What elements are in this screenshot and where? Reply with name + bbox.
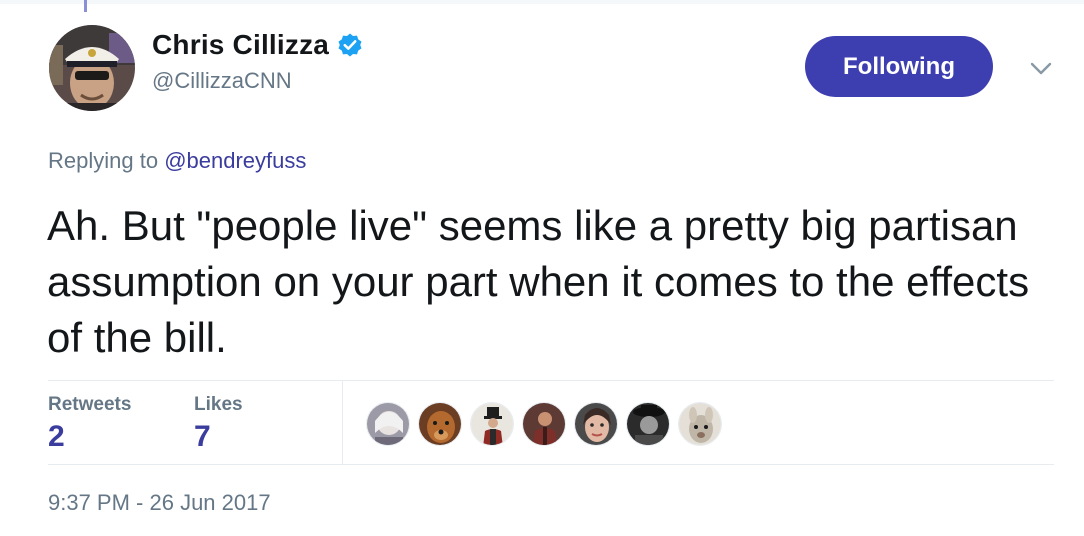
liker-avatar-7[interactable] xyxy=(678,402,722,446)
liker-avatar-6[interactable] xyxy=(626,402,670,446)
liker-avatar-icon xyxy=(679,403,721,445)
retweets-stat[interactable]: Retweets 2 xyxy=(48,394,131,454)
more-options-chevron-down-icon[interactable] xyxy=(1028,58,1054,78)
liker-avatar-icon xyxy=(575,403,617,445)
liker-avatar-4[interactable] xyxy=(522,402,566,446)
author-block[interactable]: Chris Cillizza @CillizzaCNN xyxy=(152,28,363,94)
verified-badge-icon xyxy=(337,32,363,58)
liker-avatar-icon xyxy=(367,403,409,445)
author-handle[interactable]: @CillizzaCNN xyxy=(152,68,363,94)
author-avatar-icon xyxy=(49,25,135,111)
stats-vertical-divider xyxy=(342,381,343,464)
replying-to-line: Replying to @bendreyfuss xyxy=(48,148,306,174)
reply-handle-link[interactable]: @bendreyfuss xyxy=(164,148,306,173)
liker-avatar-1[interactable] xyxy=(366,402,410,446)
thread-connector-line xyxy=(84,0,87,12)
author-avatar[interactable] xyxy=(49,25,135,111)
liker-avatars xyxy=(366,402,730,446)
liker-avatar-icon xyxy=(471,403,513,445)
tweet-timestamp[interactable]: 9:37 PM - 26 Jun 2017 xyxy=(48,490,271,516)
likes-label: Likes xyxy=(194,394,243,415)
liker-avatar-3[interactable] xyxy=(470,402,514,446)
liker-avatar-icon xyxy=(523,403,565,445)
retweets-count: 2 xyxy=(48,420,65,453)
tweet-text: Ah. But "people live" seems like a prett… xyxy=(47,202,1030,361)
stats-top-divider xyxy=(48,380,1054,381)
replying-to-label: Replying to xyxy=(48,148,159,173)
likes-stat[interactable]: Likes 7 xyxy=(194,394,243,454)
liker-avatar-icon xyxy=(419,403,461,445)
retweets-label: Retweets xyxy=(48,394,132,415)
likes-count: 7 xyxy=(194,420,211,453)
following-button[interactable]: Following xyxy=(805,36,993,97)
stats-bottom-divider xyxy=(48,464,1054,465)
liker-avatar-icon xyxy=(627,403,669,445)
top-border xyxy=(0,0,1084,4)
liker-avatar-2[interactable] xyxy=(418,402,462,446)
liker-avatar-5[interactable] xyxy=(574,402,618,446)
author-name[interactable]: Chris Cillizza xyxy=(152,29,329,61)
